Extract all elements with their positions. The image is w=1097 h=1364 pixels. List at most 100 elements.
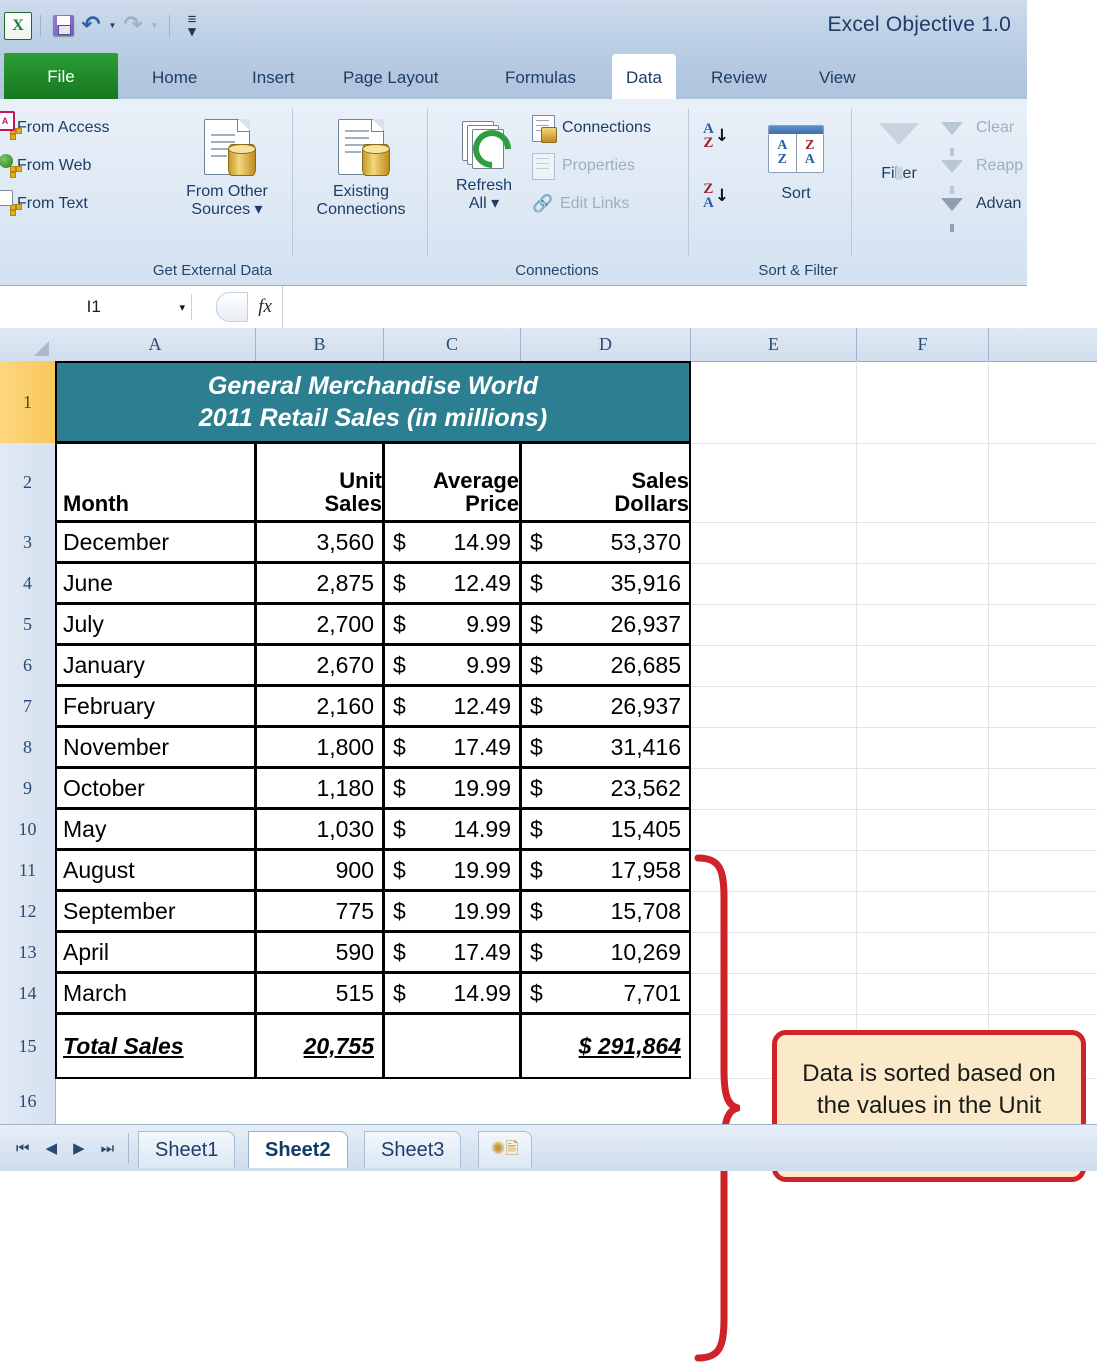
cell-c15-empty[interactable]	[383, 1013, 521, 1079]
sheet-tab-sheet3[interactable]: Sheet3	[364, 1131, 461, 1168]
cell-c12-average-price[interactable]: $19.99	[383, 890, 521, 932]
sort-descending-button[interactable]: ZA↓	[703, 183, 729, 211]
cell-b2-unit-sales-header[interactable]: Unit Sales	[255, 442, 384, 522]
sheet-tab-sheet2[interactable]: Sheet2	[248, 1131, 348, 1168]
cell-d6-sales-dollars[interactable]: $26,685	[520, 644, 691, 686]
tab-review[interactable]: Review	[697, 55, 781, 101]
cell-a6-month[interactable]: January	[55, 644, 256, 686]
sort-button[interactable]: AZ ZA Sort	[757, 119, 835, 203]
cell-a13-month[interactable]: April	[55, 931, 256, 973]
undo-dropdown-button[interactable]: ▼	[105, 12, 119, 40]
cell-c2-average-price-header[interactable]: Average Price	[383, 442, 521, 522]
cell-c6-average-price[interactable]: $9.99	[383, 644, 521, 686]
row-header-2[interactable]: 2	[0, 443, 56, 523]
cell-c13-average-price[interactable]: $17.49	[383, 931, 521, 973]
from-access-button[interactable]: A From Access	[6, 109, 113, 147]
chevron-down-icon[interactable]: ▾	[179, 301, 191, 314]
sort-ascending-button[interactable]: AZ↓	[703, 123, 729, 151]
tab-data[interactable]: Data	[612, 54, 676, 102]
tab-view[interactable]: View	[805, 55, 870, 101]
cell-a8-month[interactable]: November	[55, 726, 256, 768]
cell-d13-sales-dollars[interactable]: $10,269	[520, 931, 691, 973]
column-header-d[interactable]: D	[521, 328, 691, 362]
row-header-14[interactable]: 14	[0, 973, 56, 1015]
cell-d2-sales-dollars-header[interactable]: Sales Dollars	[520, 442, 691, 522]
undo-button[interactable]: ↶	[77, 12, 105, 40]
existing-connections-button[interactable]: Existing Connections	[300, 113, 422, 219]
excel-logo-icon[interactable]: X	[4, 12, 32, 40]
row-header-3[interactable]: 3	[0, 522, 56, 564]
insert-function-icon[interactable]: fx	[258, 296, 272, 318]
row-header-8[interactable]: 8	[0, 727, 56, 769]
row-header-10[interactable]: 10	[0, 809, 56, 851]
cell-c5-average-price[interactable]: $9.99	[383, 603, 521, 645]
cell-a12-month[interactable]: September	[55, 890, 256, 932]
row-header-12[interactable]: 12	[0, 891, 56, 933]
cell-d8-sales-dollars[interactable]: $31,416	[520, 726, 691, 768]
cell-a7-month[interactable]: February	[55, 685, 256, 727]
row-header-4[interactable]: 4	[0, 563, 56, 605]
cell-d14-sales-dollars[interactable]: $7,701	[520, 972, 691, 1014]
cell-d11-sales-dollars[interactable]: $17,958	[520, 849, 691, 891]
cell-d7-sales-dollars[interactable]: $26,937	[520, 685, 691, 727]
cell-b11-unit-sales[interactable]: 900	[255, 849, 384, 891]
tab-file[interactable]: File	[4, 53, 118, 101]
cell-b9-unit-sales[interactable]: 1,180	[255, 767, 384, 809]
formula-bar-expand-button[interactable]	[216, 292, 248, 322]
cell-a3-month[interactable]: December	[55, 521, 256, 563]
row-header-16[interactable]: 16	[0, 1078, 56, 1125]
cell-b4-unit-sales[interactable]: 2,875	[255, 562, 384, 604]
tab-formulas[interactable]: Formulas	[491, 55, 590, 101]
filter-button[interactable]: Filter	[861, 117, 937, 183]
column-header-c[interactable]: C	[384, 328, 521, 362]
previous-sheet-button[interactable]: ◀	[46, 1139, 58, 1157]
redo-dropdown-button[interactable]: ▼	[147, 12, 161, 40]
row-header-5[interactable]: 5	[0, 604, 56, 646]
cell-c4-average-price[interactable]: $12.49	[383, 562, 521, 604]
cell-b14-unit-sales[interactable]: 515	[255, 972, 384, 1014]
cell-b8-unit-sales[interactable]: 1,800	[255, 726, 384, 768]
cell-a15-total-label[interactable]: Total Sales	[55, 1013, 256, 1079]
row-header-11[interactable]: 11	[0, 850, 56, 892]
cell-a2-month-header[interactable]: Month	[55, 442, 256, 522]
row-header-13[interactable]: 13	[0, 932, 56, 974]
first-sheet-button[interactable]: ⏮	[16, 1139, 30, 1157]
column-header-g[interactable]	[989, 328, 1097, 362]
cell-d10-sales-dollars[interactable]: $15,405	[520, 808, 691, 850]
tab-page-layout[interactable]: Page Layout	[329, 55, 452, 101]
cell-a9-month[interactable]: October	[55, 767, 256, 809]
cell-a1-title[interactable]: General Merchandise World 2011 Retail Sa…	[55, 361, 691, 443]
column-header-b[interactable]: B	[256, 328, 384, 362]
cell-c3-average-price[interactable]: $14.99	[383, 521, 521, 563]
cell-b13-unit-sales[interactable]: 590	[255, 931, 384, 973]
cell-d4-sales-dollars[interactable]: $35,916	[520, 562, 691, 604]
row-header-1[interactable]: 1	[0, 361, 56, 444]
last-sheet-button[interactable]: ⏭	[101, 1139, 115, 1157]
from-text-button[interactable]: From Text	[6, 185, 113, 223]
connections-button[interactable]: Connections	[528, 109, 655, 147]
cell-a11-month[interactable]: August	[55, 849, 256, 891]
cell-b3-unit-sales[interactable]: 3,560	[255, 521, 384, 563]
cell-b15-total-unit-sales[interactable]: 20,755	[255, 1013, 384, 1079]
row-header-9[interactable]: 9	[0, 768, 56, 810]
cell-b7-unit-sales[interactable]: 2,160	[255, 685, 384, 727]
name-box[interactable]: I1 ▾	[8, 292, 191, 322]
tab-home[interactable]: Home	[138, 55, 211, 101]
cell-b6-unit-sales[interactable]: 2,670	[255, 644, 384, 686]
cell-a5-month[interactable]: July	[55, 603, 256, 645]
from-web-button[interactable]: From Web	[6, 147, 113, 185]
sheet-tab-sheet1[interactable]: Sheet1	[138, 1131, 235, 1168]
cell-c7-average-price[interactable]: $12.49	[383, 685, 521, 727]
refresh-all-button[interactable]: Refresh All ▾	[438, 115, 530, 213]
cell-d3-sales-dollars[interactable]: $53,370	[520, 521, 691, 563]
next-sheet-button[interactable]: ▶	[73, 1139, 85, 1157]
formula-input[interactable]	[282, 286, 1027, 328]
insert-worksheet-button[interactable]: ✺🖹	[478, 1131, 532, 1168]
cell-b10-unit-sales[interactable]: 1,030	[255, 808, 384, 850]
cell-b5-unit-sales[interactable]: 2,700	[255, 603, 384, 645]
row-header-15[interactable]: 15	[0, 1014, 56, 1079]
cell-a14-month[interactable]: March	[55, 972, 256, 1014]
from-other-sources-button[interactable]: From Other Sources ▾	[168, 113, 286, 219]
row-header-7[interactable]: 7	[0, 686, 56, 728]
customize-qat-button[interactable]: ≡▾	[178, 12, 206, 40]
